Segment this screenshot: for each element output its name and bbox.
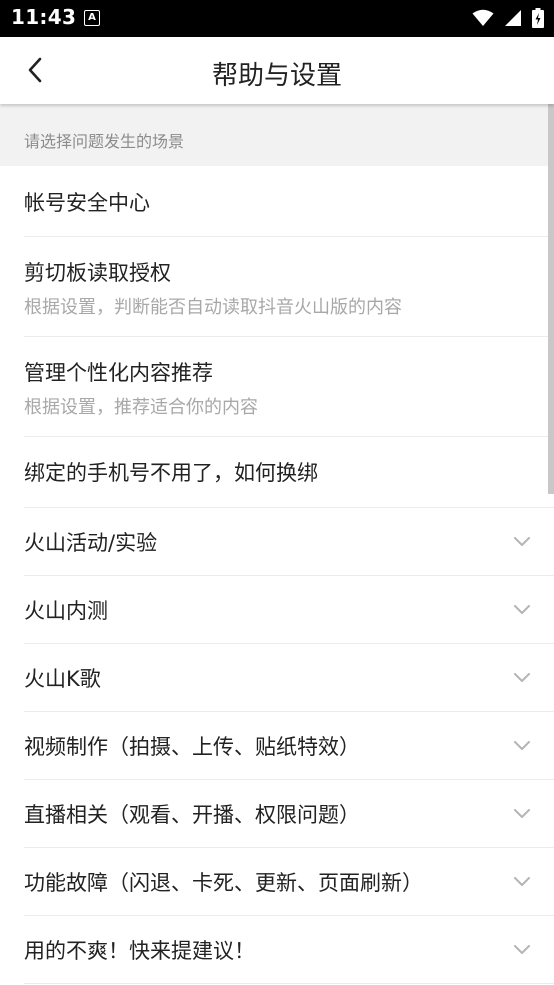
- chevron-down-icon: [514, 877, 530, 886]
- list-item-personalized-recommendation[interactable]: 管理个性化内容推荐 根据设置，推荐适合你的内容: [24, 337, 554, 437]
- status-icons: [472, 8, 544, 28]
- settings-list: 帐号安全中心 剪切板读取授权 根据设置，判断能否自动读取抖音火山版的内容 管理个…: [0, 166, 554, 984]
- chevron-down-icon: [514, 945, 530, 954]
- chevron-down-icon: [514, 605, 530, 614]
- section-header: 请选择问题发生的场景: [0, 104, 554, 166]
- list-item-huoshan-karaoke[interactable]: 火山K歌: [24, 644, 554, 712]
- list-item-feedback[interactable]: 用的不爽！快来提建议！: [24, 916, 554, 984]
- scrollbar[interactable]: [548, 104, 554, 494]
- list-item-title: 火山内测: [24, 599, 108, 623]
- chevron-down-icon: [514, 809, 530, 818]
- list-item-title: 视频制作（拍摄、上传、贴纸特效）: [24, 735, 360, 759]
- wifi-icon: [472, 9, 494, 26]
- list-item-title: 管理个性化内容推荐: [24, 361, 213, 385]
- list-item-title: 帐号安全中心: [24, 191, 150, 215]
- list-item-huoshan-activity[interactable]: 火山活动/实验: [24, 508, 554, 576]
- header-bar: 帮助与设置: [0, 37, 554, 104]
- battery-icon: [532, 8, 544, 28]
- chevron-down-icon: [514, 537, 530, 546]
- page-title: 帮助与设置: [211, 61, 342, 91]
- status-bar: 11:43 A: [0, 0, 554, 37]
- list-item-account-security[interactable]: 帐号安全中心: [24, 166, 554, 237]
- list-item-rebind-phone[interactable]: 绑定的手机号不用了，如何换绑: [24, 437, 554, 508]
- list-item-subtitle: 根据设置，推荐适合你的内容: [24, 397, 258, 418]
- chevron-down-icon: [514, 673, 530, 682]
- list-item-clipboard-authorization[interactable]: 剪切板读取授权 根据设置，判断能否自动读取抖音火山版的内容: [24, 237, 554, 337]
- list-item-title: 剪切板读取授权: [24, 261, 171, 285]
- list-item-title: 用的不爽！快来提建议！: [24, 939, 255, 963]
- list-item-title: 火山活动/实验: [24, 531, 158, 555]
- signal-icon: [505, 10, 521, 26]
- list-item-title: 直播相关（观看、开播、权限问题）: [24, 803, 360, 827]
- section-label: 请选择问题发生的场景: [24, 132, 185, 151]
- list-item-title: 火山K歌: [24, 667, 101, 691]
- notification-a-icon: A: [84, 10, 100, 26]
- chevron-down-icon: [514, 741, 530, 750]
- list-item-live-streaming[interactable]: 直播相关（观看、开播、权限问题）: [24, 780, 554, 848]
- list-item-malfunction[interactable]: 功能故障（闪退、卡死、更新、页面刷新）: [24, 848, 554, 916]
- list-item-huoshan-beta[interactable]: 火山内测: [24, 576, 554, 644]
- status-time: 11:43: [11, 5, 77, 29]
- list-item-title: 绑定的手机号不用了，如何换绑: [24, 461, 318, 485]
- list-item-subtitle: 根据设置，判断能否自动读取抖音火山版的内容: [24, 297, 402, 318]
- list-item-video-production[interactable]: 视频制作（拍摄、上传、贴纸特效）: [24, 712, 554, 780]
- list-item-title: 功能故障（闪退、卡死、更新、页面刷新）: [24, 871, 423, 895]
